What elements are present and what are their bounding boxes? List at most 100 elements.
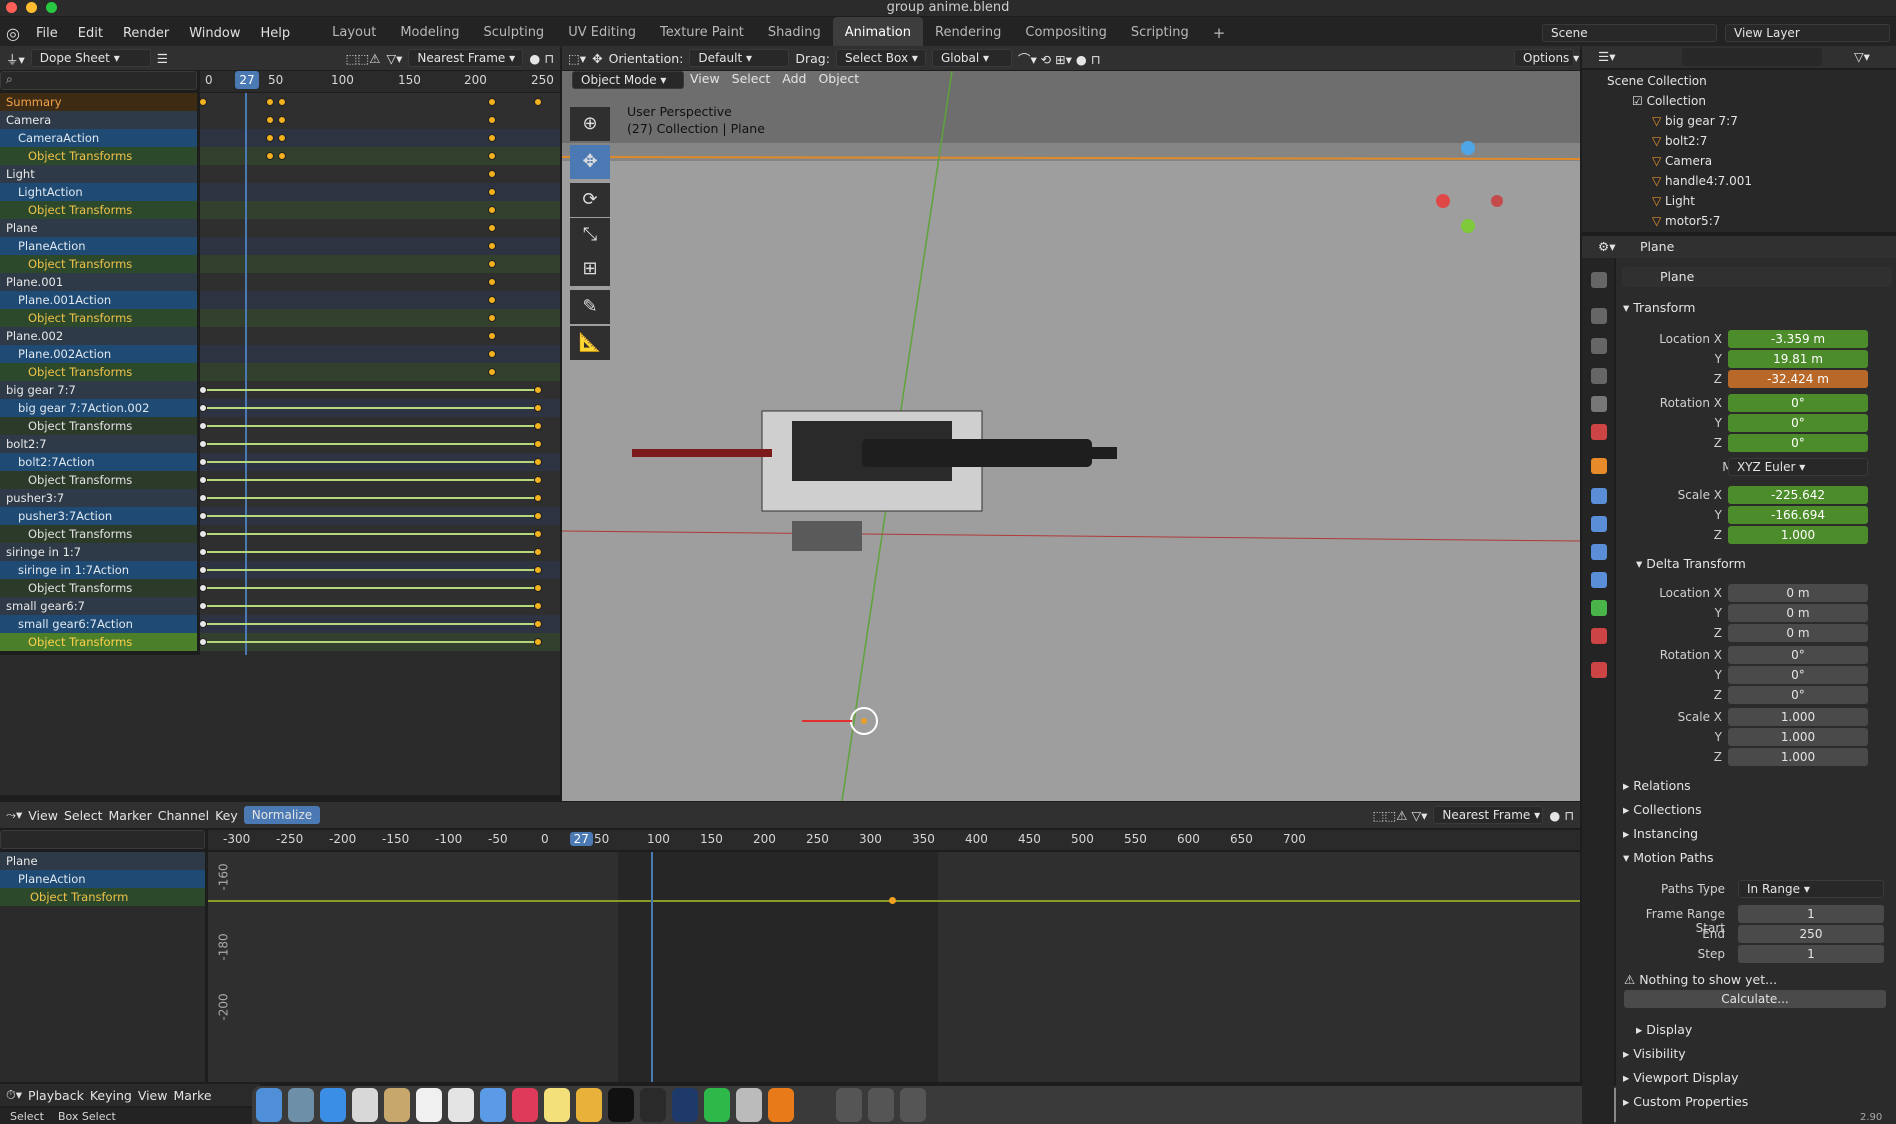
stickies-icon[interactable]	[544, 1088, 570, 1122]
transform-channel[interactable]: Object Transforms	[0, 201, 197, 219]
graph-menu-marker[interactable]: Marker	[109, 808, 152, 823]
timeline-menu-view[interactable]: View	[138, 1088, 168, 1103]
transform-channel[interactable]: Object Transforms	[0, 309, 197, 327]
output-tab-icon[interactable]	[1591, 338, 1607, 354]
tab-shading[interactable]: Shading	[756, 17, 833, 49]
whatsapp-icon[interactable]	[704, 1088, 730, 1122]
delta-rotation-field[interactable]: 0°	[1728, 666, 1868, 684]
outliner-item[interactable]: ▽ Light	[1652, 192, 1695, 210]
keyframe[interactable]	[534, 476, 542, 484]
drag-dropdown[interactable]: Select Box ▾	[835, 49, 926, 67]
unknown-app-icon[interactable]	[836, 1088, 862, 1122]
action-channel[interactable]: LightAction	[0, 183, 197, 201]
keyframe[interactable]	[278, 116, 287, 124]
transform-channel[interactable]: Object Transforms	[0, 363, 197, 381]
snap-dropdown[interactable]: Nearest Frame ▾	[408, 49, 524, 67]
graph-ruler[interactable]: -300 -250 -200 -150 -100 -50 0 27 50 100 150 200 250…	[208, 830, 1580, 850]
transform-channel[interactable]: Object Transforms	[0, 633, 197, 651]
keyframe[interactable]	[534, 584, 542, 592]
outliner-item[interactable]: ▽ bolt2:7	[1652, 132, 1707, 150]
object-channel[interactable]: small gear6:7	[0, 597, 197, 615]
transform-rotation-field[interactable]: 0°	[1728, 414, 1868, 432]
transform-scale-field[interactable]: -166.694	[1728, 506, 1868, 524]
unknown-app-icon[interactable]	[868, 1088, 894, 1122]
viewport-display-section-header[interactable]: ▸ Viewport Display	[1623, 1070, 1739, 1085]
delta-rotation-field[interactable]: 0°	[1728, 686, 1868, 704]
keyframe[interactable]	[534, 440, 542, 448]
outliner-item[interactable]: ▽ Camera	[1652, 152, 1712, 170]
keyframe[interactable]	[534, 548, 542, 556]
filter-icon[interactable]: ▽▾	[386, 51, 402, 66]
keyframe[interactable]	[534, 386, 542, 394]
properties-editor-icon[interactable]: ⚙▾	[1598, 239, 1615, 254]
annotate-tool-icon[interactable]: ✎	[570, 290, 610, 324]
collections-section-header[interactable]: ▸ Collections	[1623, 802, 1702, 817]
frame-step-field[interactable]: 1	[1738, 945, 1884, 963]
object-channel[interactable]: Light	[0, 165, 197, 183]
transform-location-field[interactable]: -3.359 m	[1728, 330, 1868, 348]
menu-help[interactable]: Help	[251, 26, 301, 41]
viewport-menu-select[interactable]: Select	[732, 71, 771, 86]
data-tab-icon[interactable]	[1591, 600, 1607, 616]
dopesheet-ruler[interactable]: 0 27 50 100 150 200 250	[200, 71, 560, 92]
modifier-tab-icon[interactable]	[1591, 488, 1607, 504]
graph-snap-dropdown[interactable]: Nearest Frame ▾	[1433, 806, 1544, 824]
tool-tab-icon[interactable]	[1591, 272, 1607, 288]
keyframe[interactable]	[534, 494, 542, 502]
launchpad-icon[interactable]	[288, 1088, 314, 1122]
transform-channel[interactable]: Object Transforms	[0, 579, 197, 597]
delta-transform-section-header[interactable]: ▾ Delta Transform	[1636, 556, 1746, 571]
blender-dock-icon[interactable]	[768, 1088, 794, 1122]
graph-editor-type-icon[interactable]: ⤳▾	[6, 807, 22, 823]
keyframe[interactable]	[534, 638, 542, 646]
keyframe[interactable]	[534, 566, 542, 574]
transform-channel[interactable]: Object Transforms	[0, 471, 197, 489]
tab-rendering[interactable]: Rendering	[923, 17, 1013, 49]
menu-window[interactable]: Window	[179, 26, 250, 41]
frame-range-start-field[interactable]: 1	[1738, 905, 1884, 923]
keyframe[interactable]	[534, 404, 542, 412]
action-channel[interactable]: pusher3:7Action	[0, 507, 197, 525]
transform-channel[interactable]: Object Transforms	[0, 147, 197, 165]
photoshop-icon[interactable]	[672, 1088, 698, 1122]
object-channel[interactable]: big gear 7:7	[0, 381, 197, 399]
rotation-mode-dropdown[interactable]: XYZ Euler ▾	[1728, 458, 1868, 476]
object-channel[interactable]: Plane.001	[0, 273, 197, 291]
outliner-item[interactable]: ▽ motor5:7	[1652, 212, 1720, 230]
photos-icon[interactable]	[352, 1088, 378, 1122]
keyframe[interactable]	[534, 620, 542, 628]
transform-orientation-dropdown[interactable]: Global ▾	[931, 49, 1012, 67]
keyframe[interactable]	[266, 152, 274, 160]
menu-render[interactable]: Render	[113, 26, 179, 41]
action-channel[interactable]: small gear6:7Action	[0, 615, 197, 633]
summary-channel[interactable]: Summary	[0, 93, 197, 111]
keyframe[interactable]	[534, 422, 542, 430]
object-tab-icon[interactable]	[1591, 458, 1607, 474]
outliner-search-input[interactable]	[1682, 48, 1822, 66]
graph-current-frame-indicator[interactable]: 27	[569, 832, 593, 846]
action-channel[interactable]: PlaneAction	[0, 237, 197, 255]
graph-menu-select[interactable]: Select	[64, 808, 103, 823]
scene-tab-icon[interactable]	[1591, 396, 1607, 412]
scene-selector[interactable]: Scene	[1542, 24, 1717, 42]
minimize-window-button[interactable]	[26, 2, 37, 13]
constraints-tab-icon[interactable]	[1591, 572, 1607, 588]
tab-compositing[interactable]: Compositing	[1013, 17, 1119, 49]
transform-location-field[interactable]: -32.424 m	[1728, 370, 1868, 388]
transform-scale-field[interactable]: -225.642	[1728, 486, 1868, 504]
object-channel[interactable]: pusher3:7	[0, 489, 197, 507]
current-frame-indicator[interactable]: 27	[235, 71, 259, 89]
object-mode-dropdown[interactable]: Object Mode ▾	[572, 71, 684, 89]
graph-filter-icon[interactable]: ⬚⬚⚠ ▽▾	[1373, 808, 1428, 823]
instancing-section-header[interactable]: ▸ Instancing	[1623, 826, 1698, 841]
transform-location-field[interactable]: 19.81 m	[1728, 350, 1868, 368]
proportional-icon[interactable]: ● ⊓	[529, 51, 554, 66]
keyframe[interactable]	[534, 98, 542, 106]
viewport-menu-view[interactable]: View	[690, 71, 720, 86]
tab-modeling[interactable]: Modeling	[388, 17, 471, 49]
outliner-item[interactable]: ▽ handle4:7.001	[1652, 172, 1752, 190]
action-channel[interactable]: bolt2:7Action	[0, 453, 197, 471]
relations-section-header[interactable]: ▸ Relations	[1623, 778, 1691, 793]
tab-scripting[interactable]: Scripting	[1119, 17, 1201, 49]
timeline-menu-keying[interactable]: Keying	[90, 1088, 132, 1103]
